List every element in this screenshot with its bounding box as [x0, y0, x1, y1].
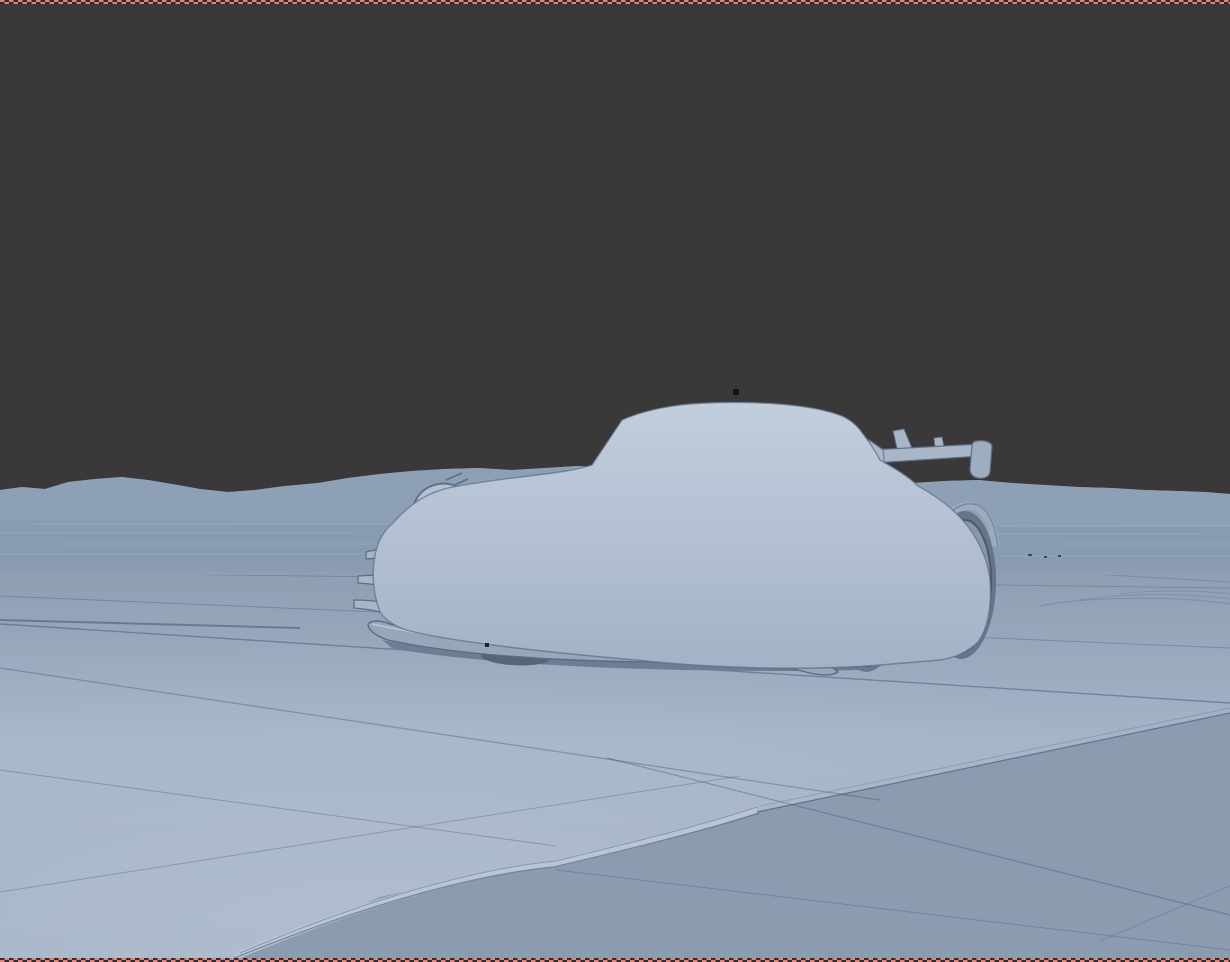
viewport-canvas[interactable]: [0, 0, 1230, 962]
origin-point[interactable]: [733, 389, 739, 395]
camera-border-top: [0, 0, 1230, 4]
viewport-3d[interactable]: [0, 0, 1230, 962]
small-speck: [485, 643, 489, 647]
camera-border-bottom: [0, 958, 1230, 962]
wing-endplate: [969, 440, 993, 479]
